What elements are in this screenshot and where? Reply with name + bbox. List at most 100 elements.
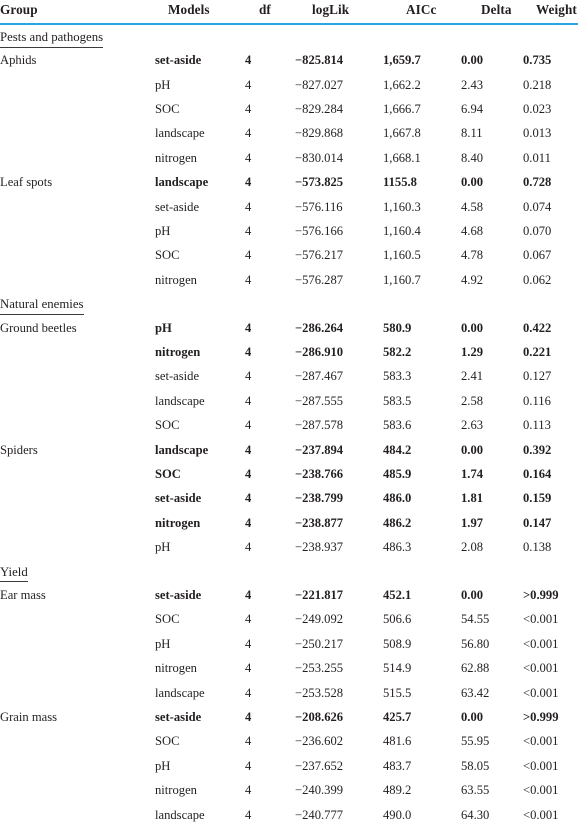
cell-group [0,511,155,535]
cell-delta: 0.00 [461,53,484,68]
cell-group [0,97,155,121]
table-row: SOC 4 −576.217 1,160.5 4.78 0.067 [0,244,578,268]
cell-models: pH [155,223,171,238]
cell-loglik: −829.868 [295,126,344,141]
cell-loglik: −573.825 [295,175,344,190]
cell-models: SOC [155,734,180,749]
cell-delta: 56.80 [461,636,490,651]
cell-weight: 0.062 [523,272,552,287]
cell-loglik: −240.777 [295,807,344,822]
table-body: Pests and pathogens Aphids set-aside 4 −825.… [0,24,578,827]
cell-group [0,244,155,268]
cell-group [0,413,155,437]
cell-aicc: 1,160.7 [383,272,421,287]
cell-aicc: 583.5 [383,393,412,408]
cell-aicc: 486.0 [383,491,412,506]
cell-aicc: 583.6 [383,418,412,433]
cell-df: 4 [245,685,252,700]
cell-df: 4 [245,661,252,676]
cell-models: pH [155,636,171,651]
cell-models: SOC [155,248,180,263]
cell-models: landscape [155,126,205,141]
cell-df: 4 [245,272,252,287]
cell-delta: 8.11 [461,126,483,141]
cell-df: 4 [245,636,252,651]
cell-aicc: 452.1 [383,588,412,602]
cell-aicc: 1,659.7 [383,53,421,68]
cell-group [0,146,155,170]
cell-models: nitrogen [155,272,197,287]
cell-models: pH [155,320,172,335]
table-row: nitrogen 4 −240.399 489.2 63.55 <0.001 [0,778,578,802]
cell-models: pH [155,540,171,555]
cell-df: 4 [245,588,252,602]
cell-delta: 0.00 [461,320,484,335]
table-row: Ear mass set-aside 4 −221.817 452.1 0.00 >0.99… [0,583,578,607]
table-row: landscape 4 −240.777 490.0 64.30 <0.001 [0,803,578,827]
cell-models: landscape [155,393,205,408]
table-row: pH 4 −250.217 508.9 56.80 <0.001 [0,632,578,656]
column-header-group: Group [0,0,155,25]
cell-loglik: −238.937 [295,540,344,555]
cell-models: SOC [155,101,180,116]
cell-weight: >0.999 [523,709,559,724]
section-header-row: Natural enemies [0,292,578,316]
cell-group: Spiders [0,442,38,457]
cell-weight: <0.001 [523,807,559,822]
table-row: Spiders landscape 4 −237.894 484.2 0.00 0.392 [0,438,578,462]
cell-df: 4 [245,101,252,116]
cell-delta: 63.42 [461,685,490,700]
cell-group: Ear mass [0,588,46,602]
cell-group [0,73,155,97]
cell-weight: 0.074 [523,199,552,214]
cell-loglik: −240.399 [295,783,344,798]
table-row: SOC 4 −287.578 583.6 2.63 0.113 [0,413,578,437]
cell-delta: 2.41 [461,369,484,384]
cell-group: Ground beetles [0,320,77,335]
cell-loglik: −827.027 [295,77,344,92]
cell-models: SOC [155,612,180,627]
cell-aicc: 1,160.4 [383,223,421,238]
cell-group: Aphids [0,53,37,68]
cell-df: 4 [245,758,252,773]
cell-df: 4 [245,53,252,68]
table-row: pH 4 −576.166 1,160.4 4.68 0.070 [0,219,578,243]
cell-weight: >0.999 [523,588,559,602]
cell-delta: 4.58 [461,199,484,214]
section-header-row: Yield [0,560,578,584]
cell-loglik: −253.528 [295,685,344,700]
section-title: Yield [0,565,28,583]
cell-group [0,365,155,389]
cell-loglik: −287.578 [295,418,344,433]
cell-weight: 0.221 [523,344,552,359]
cell-df: 4 [245,442,252,457]
table-row: SOC 4 −249.092 506.6 54.55 <0.001 [0,608,578,632]
table-row: nitrogen 4 −238.877 486.2 1.97 0.147 [0,511,578,535]
cell-loglik: −238.766 [295,466,344,481]
cell-group [0,608,155,632]
table-row: landscape 4 −253.528 515.5 63.42 <0.001 [0,681,578,705]
cell-delta: 1.97 [461,515,484,530]
cell-aicc: 515.5 [383,685,412,700]
cell-models: set-aside [155,588,202,602]
cell-weight: 0.422 [523,320,552,335]
cell-delta: 54.55 [461,612,490,627]
cell-df: 4 [245,126,252,141]
cell-weight: 0.164 [523,466,552,481]
cell-df: 4 [245,491,252,506]
table-row: landscape 4 −287.555 583.5 2.58 0.116 [0,389,578,413]
table-row: SOC 4 −829.284 1,666.7 6.94 0.023 [0,97,578,121]
cell-weight: <0.001 [523,734,559,749]
table-header: Group Models df logLik AICc Delta Weight [0,0,578,25]
table-row: set-aside 4 −238.799 486.0 1.81 0.159 [0,487,578,511]
cell-weight: 0.147 [523,515,552,530]
cell-loglik: −287.467 [295,369,344,384]
cell-group [0,681,155,705]
table-row: pH 4 −827.027 1,662.2 2.43 0.218 [0,73,578,97]
cell-group: Grain mass [0,709,58,724]
column-header-loglik: logLik [295,0,383,25]
table-row: nitrogen 4 −286.910 582.2 1.29 0.221 [0,340,578,364]
cell-delta: 6.94 [461,101,484,116]
cell-aicc: 582.2 [383,344,412,359]
cell-models: set-aside [155,53,202,68]
